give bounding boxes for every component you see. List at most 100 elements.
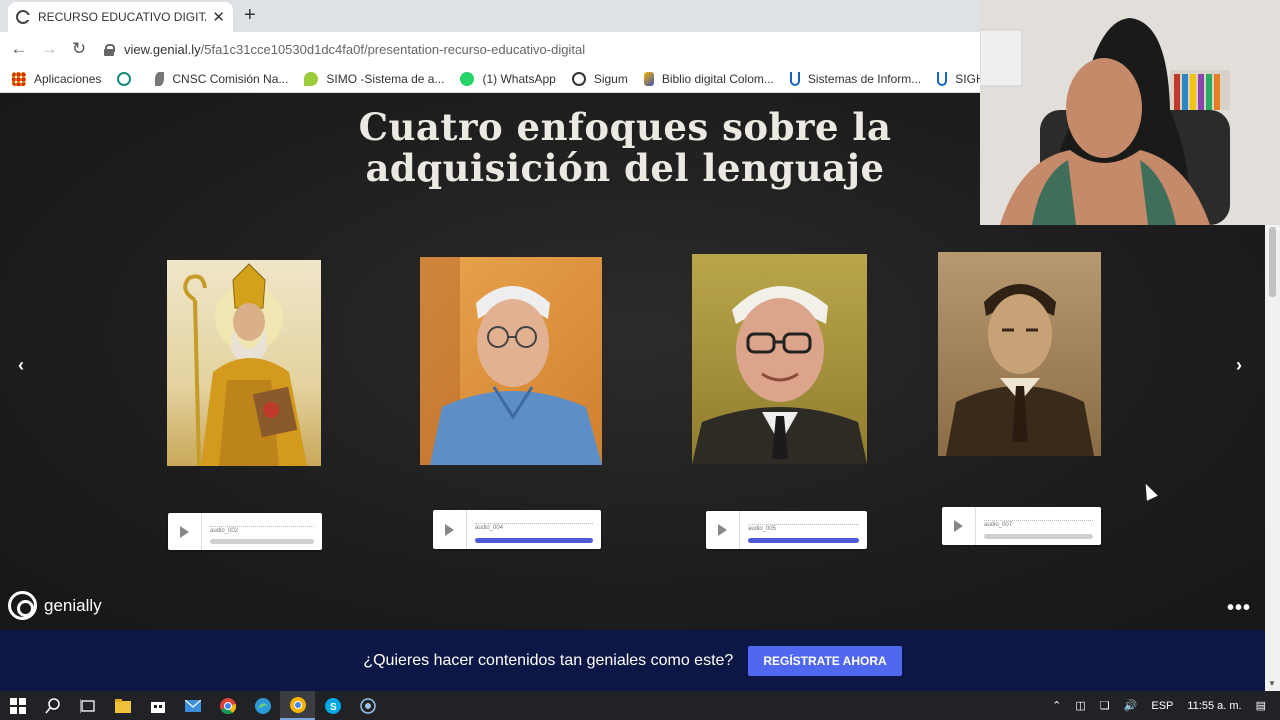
audio-player-3[interactable]: audio_005 [706, 511, 867, 549]
notifications-icon[interactable]: ▤ [1256, 699, 1266, 712]
skype-icon[interactable]: S [315, 691, 350, 720]
bookmark-label: Sistemas de Inform... [807, 72, 922, 86]
simo-icon [304, 72, 319, 86]
close-tab-icon[interactable]: ✕ [212, 8, 225, 26]
play-icon[interactable] [942, 507, 976, 545]
task-view-icon[interactable] [70, 691, 105, 720]
battery-icon[interactable]: ◫ [1075, 699, 1085, 712]
address-bar[interactable]: view.genial.ly/5fa1c31cce10530d1dc4fa0f/… [104, 36, 1004, 62]
cnsc-icon [155, 72, 165, 86]
genially-favicon-icon [16, 10, 30, 24]
url-text: view.genial.ly/5fa1c31cce10530d1dc4fa0f/… [124, 42, 585, 57]
presenter-webcam-feed [980, 0, 1280, 225]
audio-label: audio_007 [984, 522, 1013, 528]
portrait-image-2 [420, 257, 602, 465]
slide-title-line-1: Cuatro enfoques sobre la [358, 105, 892, 149]
bookmark-sigum[interactable]: Sigum [571, 72, 628, 86]
scrollbar-thumb[interactable] [1269, 227, 1276, 297]
genially-logo-icon [8, 591, 37, 620]
new-tab-button[interactable]: + [244, 4, 256, 27]
file-explorer-icon[interactable] [105, 691, 140, 720]
slide-title-line-2: adquisición del lenguaje [365, 146, 885, 190]
page-scrollbar[interactable]: ▼ [1265, 225, 1280, 691]
edge-icon[interactable] [245, 691, 280, 720]
elderly-man-portrait-illustration [420, 257, 602, 465]
play-icon[interactable] [433, 510, 467, 549]
audio-track[interactable] [475, 538, 593, 543]
screen: RECURSO EDUCATIVO DIGITAL p ✕ + ← → ↻ vi… [0, 0, 1280, 720]
whatsapp-icon [460, 72, 475, 86]
sistemas-icon [789, 72, 800, 86]
tab-title: RECURSO EDUCATIVO DIGITAL p [38, 10, 206, 24]
audio-progress[interactable]: audio_007 [976, 507, 1101, 545]
play-icon[interactable] [168, 513, 202, 550]
url-path: /5fa1c31cce10530d1dc4fa0f/presentation-r… [200, 41, 586, 57]
mail-icon[interactable] [175, 691, 210, 720]
audio-track[interactable] [748, 538, 859, 543]
bookmark-cnsc[interactable]: CNSC Comisión Na... [155, 72, 288, 86]
webcam-overlay [980, 0, 1280, 225]
forward-arrow-icon[interactable]: → [38, 39, 60, 59]
bookmark-whatsapp[interactable]: (1) WhatsApp [460, 72, 556, 86]
audio-player-1[interactable]: audio_002 [168, 513, 322, 550]
sepia-man-portrait-illustration [946, 284, 1094, 456]
bookmark-globe[interactable] [117, 72, 139, 86]
audio-label: audio_004 [475, 525, 504, 531]
browser-tab[interactable]: RECURSO EDUCATIVO DIGITAL p ✕ [8, 2, 233, 32]
url-host: view.genial.ly [124, 41, 201, 57]
volume-icon[interactable]: 🔊 [1124, 699, 1138, 712]
audio-waveform [984, 520, 1093, 521]
biblio-icon [643, 72, 654, 86]
audio-progress[interactable]: audio_002 [202, 513, 322, 550]
mouse-cursor-icon [1140, 481, 1158, 501]
bookmark-sistemas[interactable]: Sistemas de Inform... [789, 72, 922, 86]
portrait-image-3 [692, 254, 867, 464]
signup-banner: ¿Quieres hacer contenidos tan geniales c… [0, 630, 1265, 691]
language-indicator[interactable]: ESP [1151, 700, 1173, 712]
search-icon[interactable] [35, 691, 70, 720]
more-options-icon[interactable]: ••• [1227, 597, 1251, 620]
store-icon[interactable] [140, 691, 175, 720]
back-arrow-icon[interactable]: ← [8, 39, 30, 59]
saint-portrait-illustration [183, 263, 307, 466]
bookmark-label: (1) WhatsApp [482, 72, 556, 86]
next-slide-arrow-icon[interactable]: › [1236, 355, 1242, 376]
register-now-button[interactable]: REGÍSTRATE AHORA [748, 645, 902, 676]
recording-app-icon[interactable] [350, 691, 385, 720]
chrome-active-icon[interactable] [280, 691, 315, 720]
audio-waveform [748, 524, 859, 525]
chrome-icon[interactable] [210, 691, 245, 720]
clock[interactable]: 11:55 a. m. [1187, 700, 1241, 712]
bookmark-aplicaciones[interactable]: Aplicaciones [12, 72, 101, 86]
windows-taskbar: S ⌃ ◫ ❏ 🔊 ESP 11:55 a. m. ▤ [0, 691, 1280, 720]
apps-grid-icon [12, 72, 26, 86]
audio-waveform [210, 526, 314, 527]
play-icon[interactable] [706, 511, 740, 549]
audio-player-4[interactable]: audio_007 [942, 507, 1101, 545]
audio-progress[interactable]: audio_005 [740, 511, 867, 549]
audio-track[interactable] [984, 534, 1093, 539]
audio-progress[interactable]: audio_004 [467, 510, 601, 549]
audio-label: audio_005 [748, 526, 777, 532]
portrait-image-4 [938, 252, 1101, 456]
signup-question: ¿Quieres hacer contenidos tan geniales c… [363, 651, 734, 669]
audio-waveform [475, 523, 593, 524]
bookmark-label: Sigum [593, 72, 628, 86]
audio-track[interactable] [210, 539, 314, 544]
genially-brand-name: genially [44, 595, 102, 615]
scroll-down-arrow-icon[interactable]: ▼ [1268, 679, 1276, 688]
bookmark-simo[interactable]: SIMO -Sistema de a... [304, 72, 444, 86]
sighum-icon [937, 72, 948, 86]
bookmark-biblio[interactable]: Biblio digital Colom... [643, 72, 774, 86]
previous-slide-arrow-icon[interactable]: ‹ [18, 355, 24, 376]
bookmark-label: Biblio digital Colom... [661, 72, 774, 86]
svg-text:S: S [330, 702, 337, 713]
reload-icon[interactable]: ↻ [68, 39, 90, 59]
wifi-icon[interactable]: ❏ [1100, 699, 1110, 712]
sigum-icon [571, 72, 586, 86]
audio-label: audio_002 [210, 528, 239, 534]
genially-brand[interactable]: genially [8, 591, 102, 620]
tray-chevron-up-icon[interactable]: ⌃ [1052, 699, 1061, 712]
audio-player-2[interactable]: audio_004 [433, 510, 601, 549]
windows-start-icon[interactable] [0, 691, 35, 720]
